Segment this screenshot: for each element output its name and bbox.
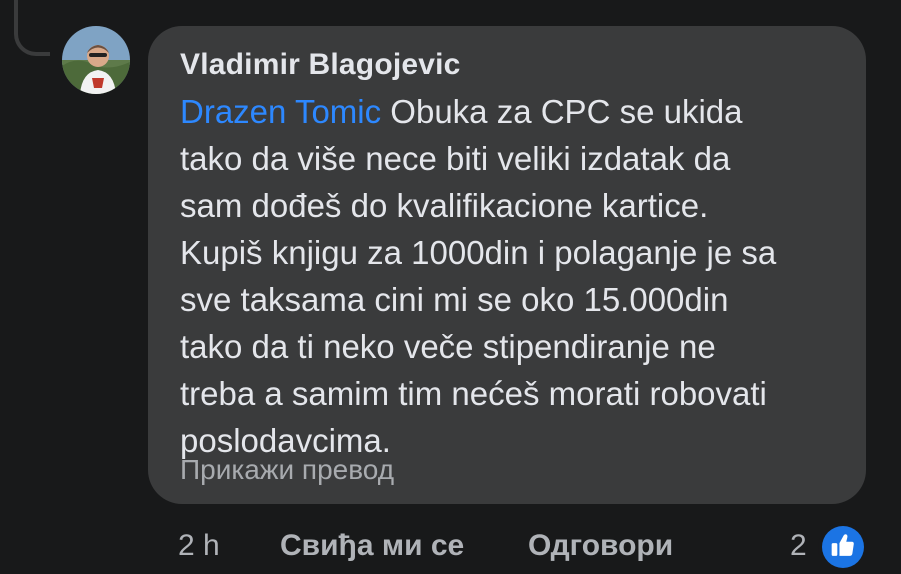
comment-bubble: Vladimir Blagojevic Drazen Tomic Obuka z… <box>148 26 866 504</box>
comment-author[interactable]: Vladimir Blagojevic <box>180 48 461 82</box>
thumbs-up-icon[interactable] <box>818 522 868 572</box>
thread-connector-line <box>14 0 50 56</box>
comment-thread: Vladimir Blagojevic Drazen Tomic Obuka z… <box>0 0 901 574</box>
comment-text: Obuka za CPC se ukida tako da više nece … <box>180 93 777 459</box>
reply-button[interactable]: Одговори <box>528 526 673 566</box>
avatar[interactable] <box>62 26 130 94</box>
thumbs-up-glyph <box>831 534 854 556</box>
see-translation-link[interactable]: Прикажи превод <box>180 454 394 486</box>
comment-timestamp[interactable]: 2 h <box>178 526 220 566</box>
reaction-count[interactable]: 2 <box>790 526 807 566</box>
mention-link[interactable]: Drazen Tomic <box>180 93 381 130</box>
avatar-image <box>62 26 130 94</box>
comment-body: Drazen Tomic Obuka za CPC se ukida tako … <box>180 88 860 464</box>
like-button[interactable]: Свиђа ми се <box>280 526 464 566</box>
